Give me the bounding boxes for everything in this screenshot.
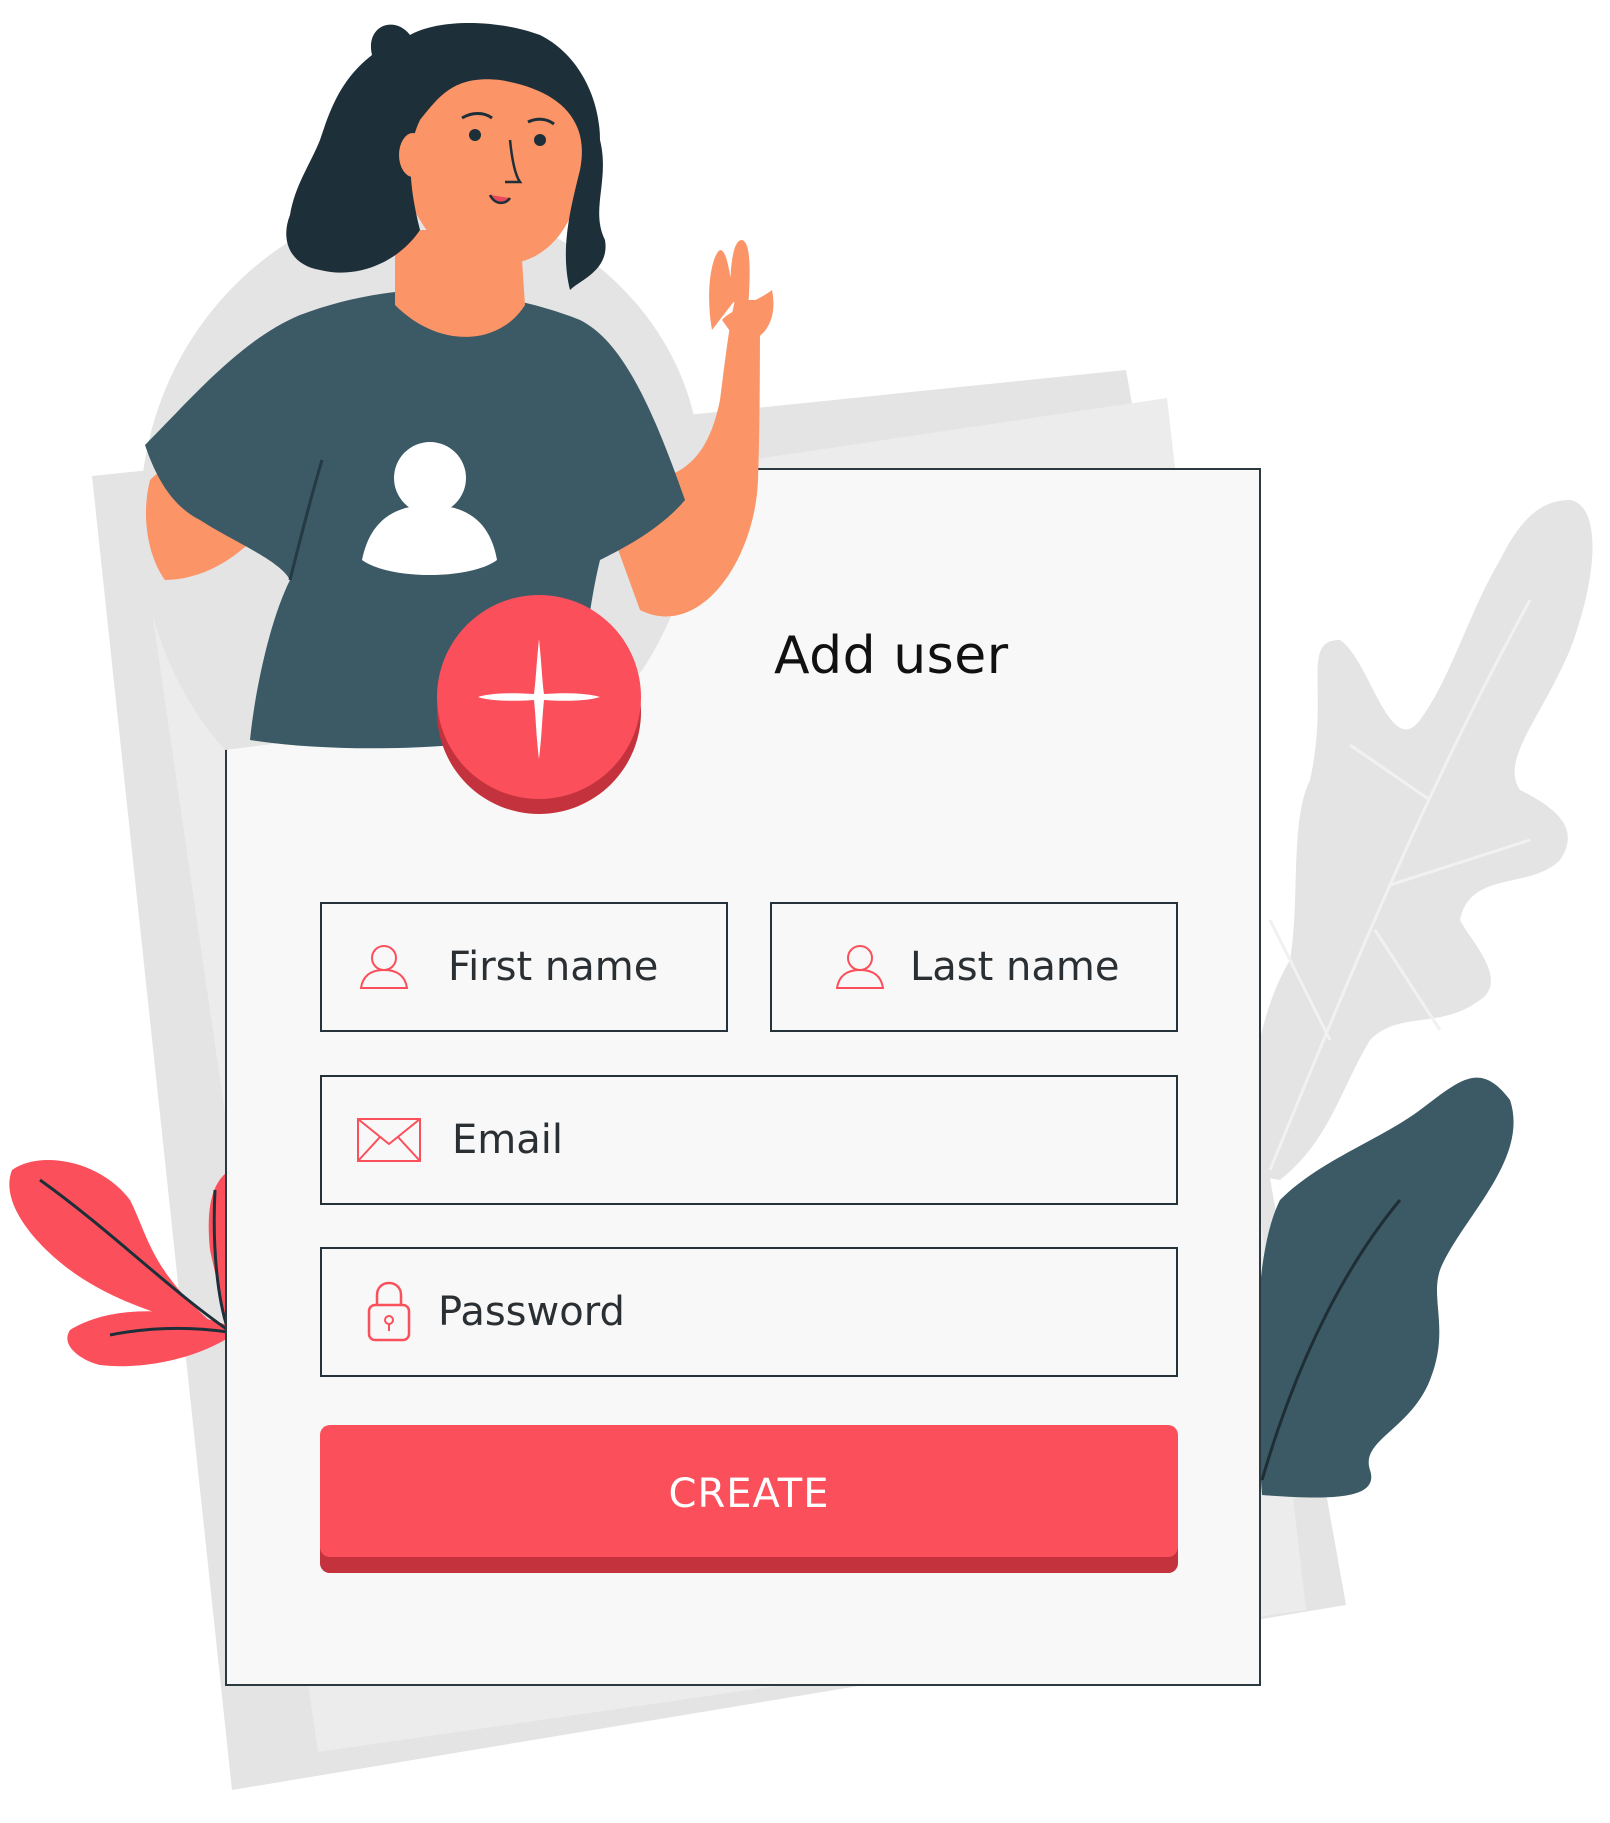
create-button[interactable]: CREATE: [320, 1425, 1178, 1573]
envelope-icon: [357, 1118, 421, 1162]
user-icon: [835, 945, 885, 989]
create-button-label: CREATE: [668, 1471, 830, 1517]
plus-icon: [437, 595, 641, 814]
page-title: Add user: [774, 626, 1009, 686]
gray-leaf-icon: [1249, 500, 1593, 1180]
first-name-field[interactable]: First name: [320, 902, 728, 1032]
last-name-label: Last name: [910, 944, 1120, 990]
first-name-label: First name: [448, 944, 659, 990]
lock-icon: [367, 1281, 411, 1342]
illustration-scene: Add user First name Last name Email Pass…: [0, 0, 1610, 1823]
last-name-field[interactable]: Last name: [770, 902, 1178, 1032]
add-button[interactable]: [436, 594, 642, 816]
user-icon: [359, 945, 409, 989]
password-field[interactable]: Password: [320, 1247, 1178, 1377]
email-label: Email: [452, 1117, 563, 1163]
password-label: Password: [438, 1289, 625, 1335]
email-field[interactable]: Email: [320, 1075, 1178, 1205]
